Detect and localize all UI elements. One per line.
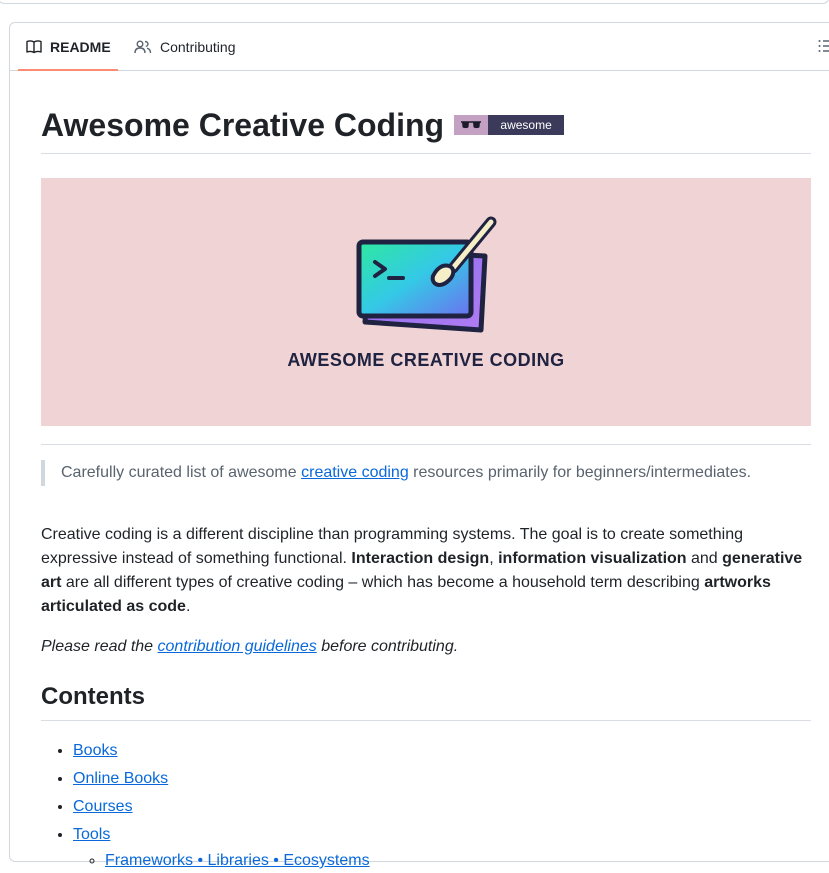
note-text-before: Please read the: [41, 638, 158, 655]
toc-link-frameworks[interactable]: Frameworks • Libraries • Ecosystems: [105, 852, 370, 869]
table-of-contents: Books Online Books Courses Tools Framewo…: [41, 737, 370, 873]
tab-contributing-label: Contributing: [160, 38, 236, 55]
para-text-2: ,: [489, 550, 499, 567]
contents-heading: Contents: [41, 683, 145, 710]
title-divider: [41, 153, 811, 154]
badge-label: awesome: [488, 115, 565, 135]
creative-coding-link[interactable]: creative coding: [301, 464, 409, 481]
para-bold-interaction-design: Interaction design: [351, 550, 490, 567]
quote-text-before: Carefully curated list of awesome: [61, 464, 302, 481]
toc-subitem: Frameworks • Libraries • Ecosystems: [105, 849, 370, 873]
quote-text-after: resources primarily for beginners/interm…: [408, 464, 752, 481]
terminal-paintbrush-logo: [356, 216, 497, 333]
glasses-icon: [454, 115, 489, 135]
toc-item: Online Books: [73, 765, 370, 793]
banner-divider: [41, 444, 811, 445]
toc-item: Books: [73, 737, 370, 765]
list-unordered-icon: [818, 40, 829, 52]
note-text-after: before contributing.: [316, 638, 459, 655]
intro-blockquote: Carefully curated list of awesome creati…: [41, 460, 751, 486]
para-text-5: .: [185, 598, 191, 615]
toc-link-online-books[interactable]: Online Books: [73, 770, 168, 787]
contents-divider: [41, 720, 811, 721]
toc-link-courses[interactable]: Courses: [73, 798, 133, 815]
tab-readme-label: README: [50, 38, 111, 55]
toc-link-tools[interactable]: Tools: [73, 826, 110, 843]
tab-contributing[interactable]: Contributing: [134, 23, 236, 70]
tab-readme[interactable]: README: [18, 23, 118, 71]
readme-title-text: Awesome Creative Coding: [41, 107, 445, 143]
intro-paragraph: Creative coding is a different disciplin…: [41, 523, 811, 619]
toc-sublist: Frameworks • Libraries • Ecosystems: [73, 849, 370, 873]
people-icon: [134, 40, 152, 53]
toc-item: Courses: [73, 793, 370, 821]
awesome-badge[interactable]: awesome: [454, 115, 565, 135]
outline-button[interactable]: [818, 39, 829, 58]
book-icon: [26, 39, 42, 53]
para-bold-information-visualization: information visualization: [498, 550, 687, 567]
readme-panel: README Contributing Awesome Creative Cod…: [9, 22, 829, 869]
banner-image: AWESOME CREATIVE CODING: [41, 178, 811, 426]
top-container-edge: [0, 0, 829, 4]
contribution-note: Please read the contribution guidelines …: [41, 635, 458, 659]
para-text-3: and: [686, 550, 723, 567]
readme-tab-bar: README Contributing: [10, 23, 829, 71]
contribution-guidelines-link[interactable]: contribution guidelines: [158, 638, 317, 655]
para-text-4: are all different types of creative codi…: [61, 574, 705, 591]
banner-title: AWESOME CREATIVE CODING: [287, 350, 565, 370]
toc-item: Tools Frameworks • Libraries • Ecosystem…: [73, 821, 370, 873]
toc-link-books[interactable]: Books: [73, 742, 117, 759]
readme-title: Awesome Creative Coding awesome: [41, 105, 565, 145]
